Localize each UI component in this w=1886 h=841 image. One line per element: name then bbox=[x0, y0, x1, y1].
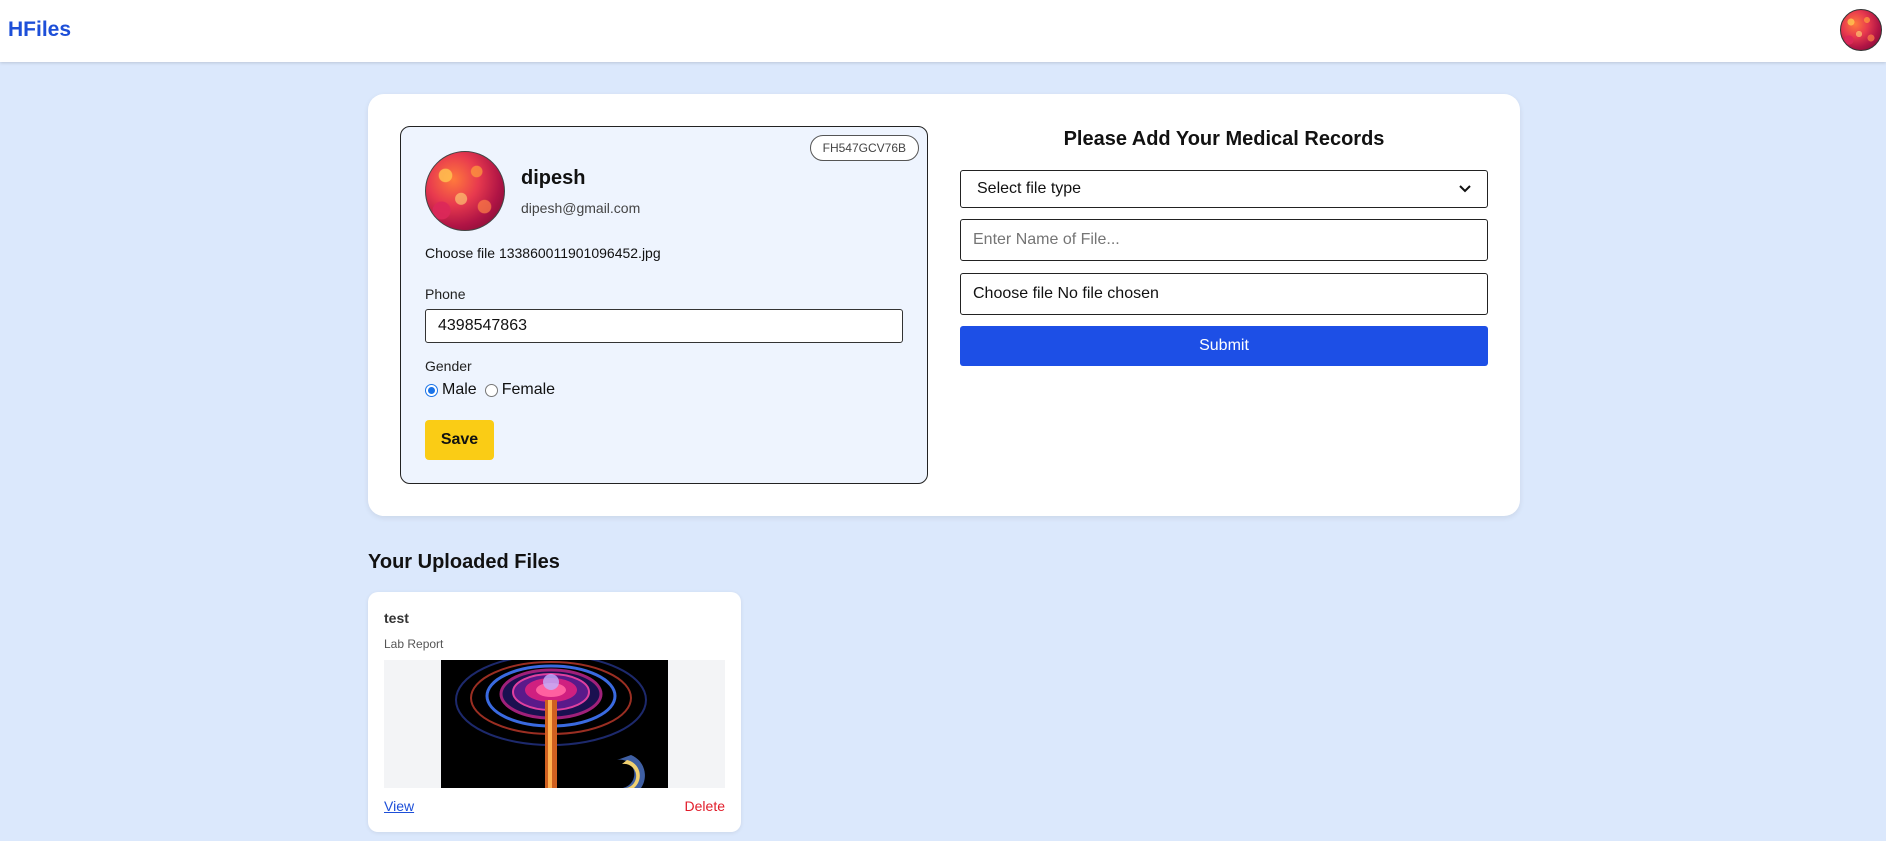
profile-avatar bbox=[425, 151, 505, 231]
phone-label: Phone bbox=[425, 286, 466, 302]
uploaded-file-name: test bbox=[384, 610, 409, 626]
view-file-link[interactable]: View bbox=[384, 798, 414, 814]
gender-option-female[interactable]: Female bbox=[484, 381, 556, 399]
user-avatar-icon[interactable] bbox=[1840, 9, 1882, 51]
profile-and-records-card: FH547GCV76B dipesh dipesh@gmail.com Choo… bbox=[368, 94, 1520, 516]
gender-option-label: Female bbox=[501, 381, 556, 398]
file-thumbnail bbox=[384, 660, 725, 788]
file-name-input[interactable]: Enter Name of File... bbox=[960, 219, 1488, 261]
uploaded-files-heading: Your Uploaded Files bbox=[368, 551, 560, 573]
delete-file-link[interactable]: Delete bbox=[685, 798, 725, 814]
profile-name: dipesh bbox=[521, 167, 586, 189]
file-type-select[interactable]: Select file type bbox=[960, 170, 1488, 208]
chevron-down-icon bbox=[1459, 185, 1471, 193]
radio-male[interactable] bbox=[425, 383, 438, 397]
choose-file-button[interactable]: Choose file bbox=[973, 285, 1053, 303]
phone-input[interactable] bbox=[425, 309, 903, 343]
profile-card: FH547GCV76B dipesh dipesh@gmail.com Choo… bbox=[400, 126, 928, 484]
file-input-status: No file chosen bbox=[1057, 285, 1159, 302]
gender-option-label: Male bbox=[442, 381, 477, 398]
file-name-placeholder: Enter Name of File... bbox=[973, 231, 1120, 248]
gender-radio-group: Male Female bbox=[425, 381, 563, 399]
chosen-file-name: 133860011901096452.jpg bbox=[498, 245, 661, 261]
uploaded-file-card: test Lab Report View Delete bbox=[368, 592, 741, 832]
records-form-title: Please Add Your Medical Records bbox=[1063, 128, 1385, 150]
top-navbar: HFiles bbox=[0, 0, 1886, 62]
file-type-select-value: Select file type bbox=[977, 180, 1082, 197]
save-button[interactable]: Save bbox=[425, 420, 494, 460]
choose-file-button[interactable]: Choose file bbox=[425, 245, 495, 261]
avatar-file-input[interactable]: Choose file 133860011901096452.jpg bbox=[425, 245, 661, 261]
radio-female[interactable] bbox=[484, 383, 498, 397]
thumbnail-image bbox=[441, 660, 668, 788]
avatar-image bbox=[426, 152, 504, 230]
profile-email: dipesh@gmail.com bbox=[521, 200, 641, 216]
gender-option-male[interactable]: Male bbox=[425, 381, 477, 399]
record-file-input[interactable]: Choose file No file chosen bbox=[960, 273, 1488, 315]
patient-id-badge: FH547GCV76B bbox=[809, 135, 919, 161]
submit-button[interactable]: Submit bbox=[960, 326, 1488, 366]
uploaded-file-type: Lab Report bbox=[384, 637, 444, 651]
brand-logo[interactable]: HFiles bbox=[8, 18, 71, 42]
gender-label: Gender bbox=[425, 358, 472, 374]
avatar-image bbox=[1841, 10, 1881, 50]
